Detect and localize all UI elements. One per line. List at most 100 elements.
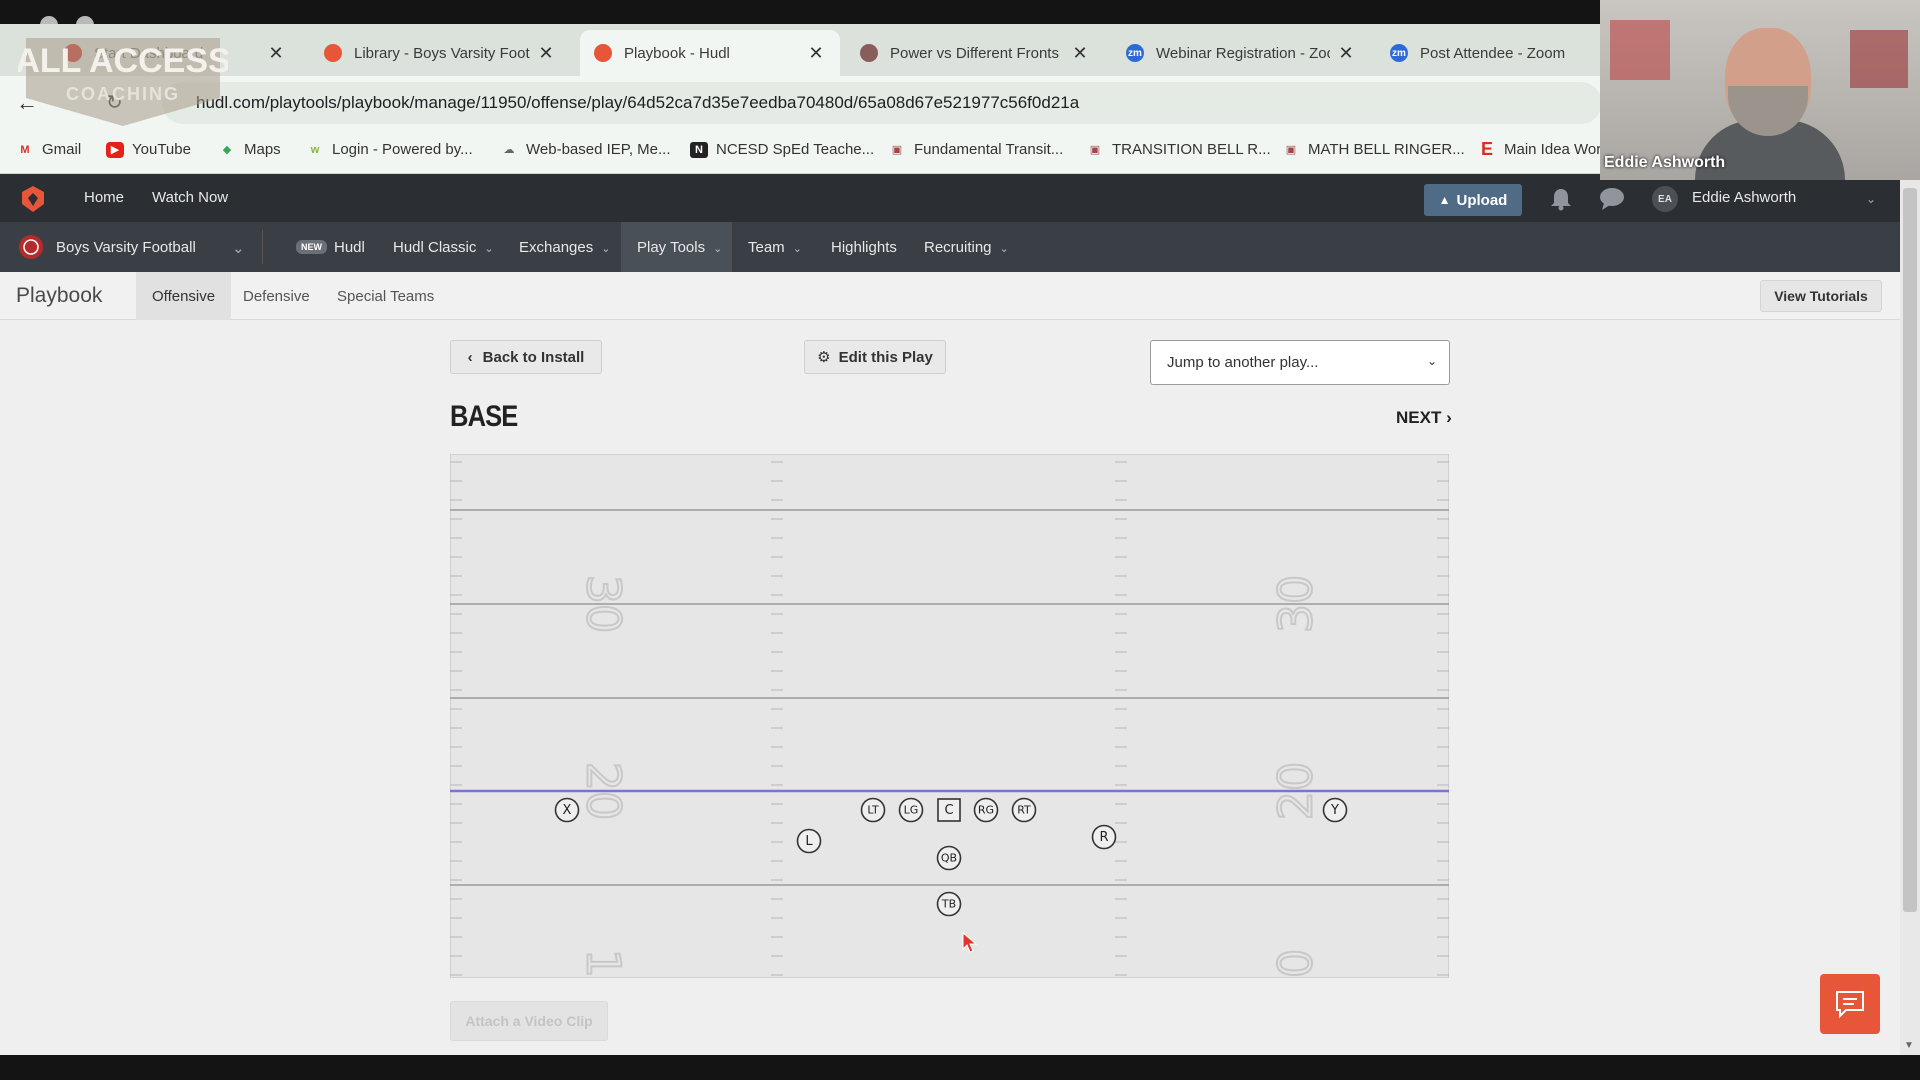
bookmark-youtube[interactable]: ▶ YouTube bbox=[106, 141, 191, 158]
bookmark-login[interactable]: w Login - Powered by... bbox=[306, 141, 473, 158]
nav-hudl[interactable]: Hudl bbox=[334, 239, 365, 256]
bookmark-iep[interactable]: ☁ Web-based IEP, Me... bbox=[500, 141, 671, 158]
svg-text:X: X bbox=[563, 803, 572, 818]
browser-tab[interactable]: Power vs Different Fronts ✕ bbox=[846, 30, 1104, 76]
nav-watch-now[interactable]: Watch Now bbox=[152, 189, 228, 206]
tab-defensive[interactable]: Defensive bbox=[227, 272, 326, 320]
close-icon[interactable]: ✕ bbox=[1336, 43, 1356, 64]
svg-text:L: L bbox=[805, 834, 813, 849]
bookmark-math[interactable]: ▣ MATH BELL RINGER... bbox=[1282, 141, 1465, 158]
yard-number: 20 bbox=[1269, 762, 1323, 821]
close-icon[interactable]: ✕ bbox=[1070, 43, 1090, 64]
tab-special-teams[interactable]: Special Teams bbox=[321, 272, 450, 320]
bell-icon[interactable] bbox=[1548, 186, 1574, 212]
avatar[interactable]: EA bbox=[1652, 186, 1678, 212]
bookmark-label: MATH BELL RINGER... bbox=[1308, 141, 1465, 158]
nav-play-tools[interactable]: Play Tools ⌄ bbox=[637, 239, 722, 256]
user-name[interactable]: Eddie Ashworth bbox=[1692, 189, 1796, 206]
player-r[interactable]: R bbox=[1091, 824, 1117, 850]
chevron-down-icon: ⌄ bbox=[999, 243, 1009, 255]
close-icon[interactable]: ✕ bbox=[806, 43, 826, 64]
bookmark-fundamental[interactable]: ▣ Fundamental Transit... bbox=[888, 141, 1063, 158]
browser-tab[interactable]: zm Webinar Registration - Zoo ✕ bbox=[1112, 30, 1370, 76]
scroll-down-icon[interactable]: ▼ bbox=[1904, 1040, 1914, 1051]
chat-bubble-icon bbox=[1836, 991, 1864, 1019]
bookmark-label: Fundamental Transit... bbox=[914, 141, 1064, 158]
player-rg[interactable]: RG bbox=[973, 797, 999, 823]
svg-text:Y: Y bbox=[1330, 803, 1339, 818]
team-selector[interactable]: Boys Varsity Football bbox=[56, 239, 196, 256]
bookmark-maps[interactable]: ◆ Maps bbox=[218, 141, 281, 158]
svg-text:TB: TB bbox=[941, 898, 956, 911]
browser-tab[interactable]: zm Post Attendee - Zoom bbox=[1376, 30, 1600, 76]
login-icon: w bbox=[310, 143, 320, 156]
player-tb[interactable]: TB bbox=[936, 891, 962, 917]
chat-icon[interactable] bbox=[1598, 186, 1626, 212]
player-rt[interactable]: RT bbox=[1011, 797, 1037, 823]
nav-highlights[interactable]: Highlights bbox=[831, 239, 897, 256]
bookmark-transition[interactable]: ▣ TRANSITION BELL R... bbox=[1086, 141, 1271, 158]
player-lt[interactable]: LT bbox=[860, 797, 886, 823]
page-title: Playbook bbox=[16, 284, 103, 307]
bookmark-gmail[interactable]: M Gmail bbox=[16, 141, 81, 158]
next-label: NEXT bbox=[1396, 408, 1442, 427]
chevron-down-icon: ⌄ bbox=[1426, 354, 1437, 368]
logo-text: ALL ACCESS bbox=[18, 42, 228, 80]
bookmark-label: Main Idea Wor bbox=[1504, 141, 1602, 158]
bookmark-label: Web-based IEP, Me... bbox=[526, 141, 671, 158]
yard-number: 30 bbox=[577, 575, 631, 634]
hudl-icon bbox=[594, 44, 612, 62]
cloud-upload-icon: ▲ bbox=[1438, 193, 1451, 207]
close-icon[interactable]: ✕ bbox=[266, 43, 286, 64]
player-l[interactable]: L bbox=[796, 828, 822, 854]
player-y[interactable]: Y bbox=[1322, 797, 1348, 823]
tab-offensive[interactable]: Offensive bbox=[136, 272, 232, 320]
bookmark-main-idea[interactable]: E Main Idea Wor bbox=[1478, 139, 1602, 159]
nav-team[interactable]: Team ⌄ bbox=[748, 239, 802, 256]
svg-text:RT: RT bbox=[1017, 804, 1031, 817]
edit-play-button[interactable]: ⚙ Edit this Play bbox=[804, 340, 946, 374]
chevron-down-icon: ⌄ bbox=[792, 243, 802, 255]
player-x[interactable]: X bbox=[554, 797, 580, 823]
maps-icon: ◆ bbox=[222, 144, 232, 156]
coaching-icon bbox=[860, 44, 878, 62]
chevron-down-icon: ⌄ bbox=[601, 243, 611, 255]
tab-title: Webinar Registration - Zoo bbox=[1156, 44, 1330, 62]
chevron-down-icon[interactable]: ⌄ bbox=[232, 239, 245, 257]
nav-hudl-classic[interactable]: Hudl Classic ⌄ bbox=[393, 239, 494, 256]
jump-to-play-select[interactable]: Jump to another play... ⌄ bbox=[1150, 340, 1450, 385]
chevron-down-icon[interactable]: ⌄ bbox=[1866, 192, 1876, 206]
doc-icon: ▣ bbox=[1285, 144, 1297, 156]
close-icon[interactable]: ✕ bbox=[536, 43, 556, 64]
nav-home[interactable]: Home bbox=[84, 189, 124, 206]
attach-video-clip-button[interactable]: Attach a Video Clip bbox=[450, 1001, 608, 1041]
back-to-install-button[interactable]: ‹ Back to Install bbox=[450, 340, 602, 374]
nav-label: Play Tools bbox=[637, 239, 706, 256]
browser-tab-active[interactable]: Playbook - Hudl ✕ bbox=[580, 30, 840, 76]
scrollbar-thumb[interactable] bbox=[1903, 188, 1917, 912]
hudl-logo-icon[interactable] bbox=[18, 184, 48, 214]
upload-button[interactable]: ▲ Upload bbox=[1424, 184, 1522, 216]
chevron-down-icon: ⌄ bbox=[484, 243, 494, 255]
tab-title: Library - Boys Varsity Footb bbox=[354, 44, 530, 62]
nav-recruiting[interactable]: Recruiting ⌄ bbox=[924, 239, 1009, 256]
playbook-header: Playbook Offensive Defensive Special Tea… bbox=[0, 272, 1900, 320]
youtube-icon: ▶ bbox=[106, 141, 124, 158]
support-chat-button[interactable] bbox=[1820, 974, 1880, 1034]
browser-tab[interactable]: Library - Boys Varsity Footb ✕ bbox=[310, 30, 570, 76]
doc-icon: ▣ bbox=[1089, 144, 1101, 156]
view-tutorials-button[interactable]: View Tutorials bbox=[1760, 280, 1882, 312]
player-lg[interactable]: LG bbox=[898, 797, 924, 823]
nav-exchanges[interactable]: Exchanges ⌄ bbox=[519, 239, 610, 256]
webcam-name-label: Eddie Ashworth bbox=[1604, 154, 1726, 171]
next-play-button[interactable]: NEXT › bbox=[1396, 408, 1452, 428]
url-text[interactable]: hudl.com/playtools/playbook/manage/11950… bbox=[196, 93, 1079, 113]
screen: Start Dashboard ✕ Library - Boys Varsity… bbox=[0, 0, 1920, 1080]
select-value: Jump to another play... bbox=[1167, 354, 1319, 371]
play-diagram-field[interactable]: 30 30 20 20 10 10 X LT LG C RG RT Y L R QB TB bbox=[450, 454, 1449, 978]
player-qb[interactable]: QB bbox=[936, 845, 962, 871]
bookmark-ncesd[interactable]: N NCESD SpEd Teache... bbox=[690, 141, 874, 158]
player-c[interactable]: C bbox=[937, 798, 961, 822]
play-title: BASE bbox=[450, 400, 518, 433]
all-access-coaching-logo: ALL ACCESS COACHING bbox=[18, 38, 228, 126]
